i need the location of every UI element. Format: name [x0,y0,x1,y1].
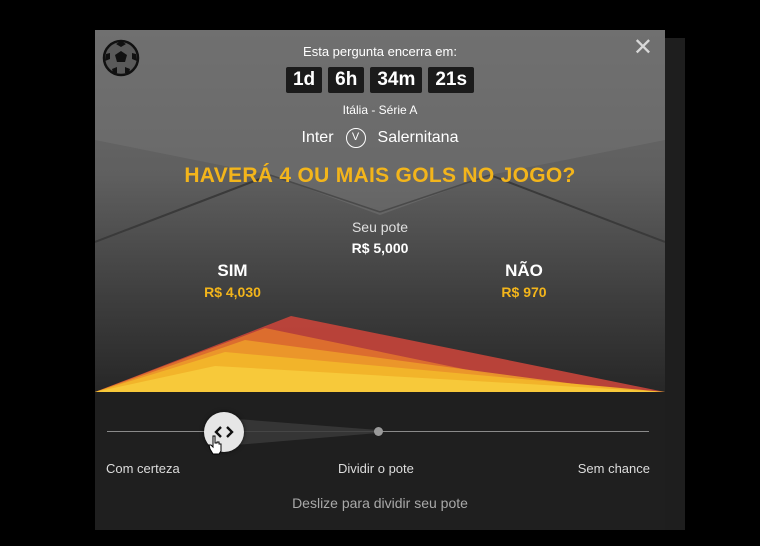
countdown-hours: 6h [328,67,365,93]
slider-label-middle: Dividir o pote [338,461,414,476]
no-amount: R$ 970 [501,284,547,300]
question-panel: ✕ Esta pergunta encerra em: 1d 6h 34m 21… [95,30,665,392]
yes-label: SIM [217,261,248,280]
countdown-timer: 1d 6h 34m 21s [95,67,665,93]
slider-midpoint-dot [374,427,383,436]
ends-label: Esta pergunta encerra em: [303,44,457,59]
slider-label-right: Sem chance [577,461,650,476]
countdown-days: 1d [285,67,323,93]
pot-label: Seu pote [351,219,409,235]
yes-amount: R$ 4,030 [204,284,261,300]
countdown-seconds: 21s [428,67,475,93]
yes-side: SIM R$ 4,030 [185,261,280,300]
slider-hint: Deslize para dividir seu pote [292,495,468,511]
no-label: NÃO [505,261,543,280]
backdrop-strip [665,38,685,530]
pot-value: R$ 5,000 [351,240,409,256]
home-team: Inter [301,129,334,146]
hand-pointer-icon [208,435,222,455]
slider-panel: Com certeza Dividir o pote Sem chance De… [95,392,665,530]
match-teams: Inter V Salernitana [95,128,665,148]
prediction-modal: ✕ Esta pergunta encerra em: 1d 6h 34m 21… [95,30,665,530]
league-name: Itália - Série A [342,103,418,117]
versus-icon: V [345,128,366,148]
question-title: HAVERÁ 4 OU MAIS GOLS NO JOGO? [184,164,576,187]
no-side: NÃO R$ 970 [479,261,569,300]
away-team: Salernitana [377,129,459,146]
slider-label-left: Com certeza [106,461,180,476]
countdown-minutes: 34m [370,67,423,93]
